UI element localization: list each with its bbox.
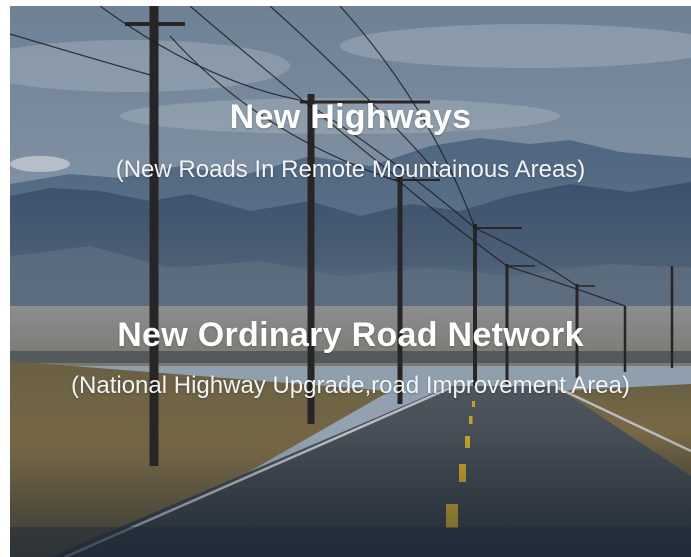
section-title-ordinary-road-network: New Ordinary Road Network bbox=[117, 316, 584, 354]
hero-banner: New Highways (New Roads In Remote Mounta… bbox=[10, 6, 691, 557]
section-subtitle-new-highways: (New Roads In Remote Mountainous Areas) bbox=[115, 156, 586, 183]
road-landscape-photo bbox=[10, 6, 691, 557]
section-subtitle-ordinary-road-network: (National Highway Upgrade,road Improveme… bbox=[71, 372, 630, 399]
section-title-new-highways: New Highways bbox=[229, 98, 472, 136]
